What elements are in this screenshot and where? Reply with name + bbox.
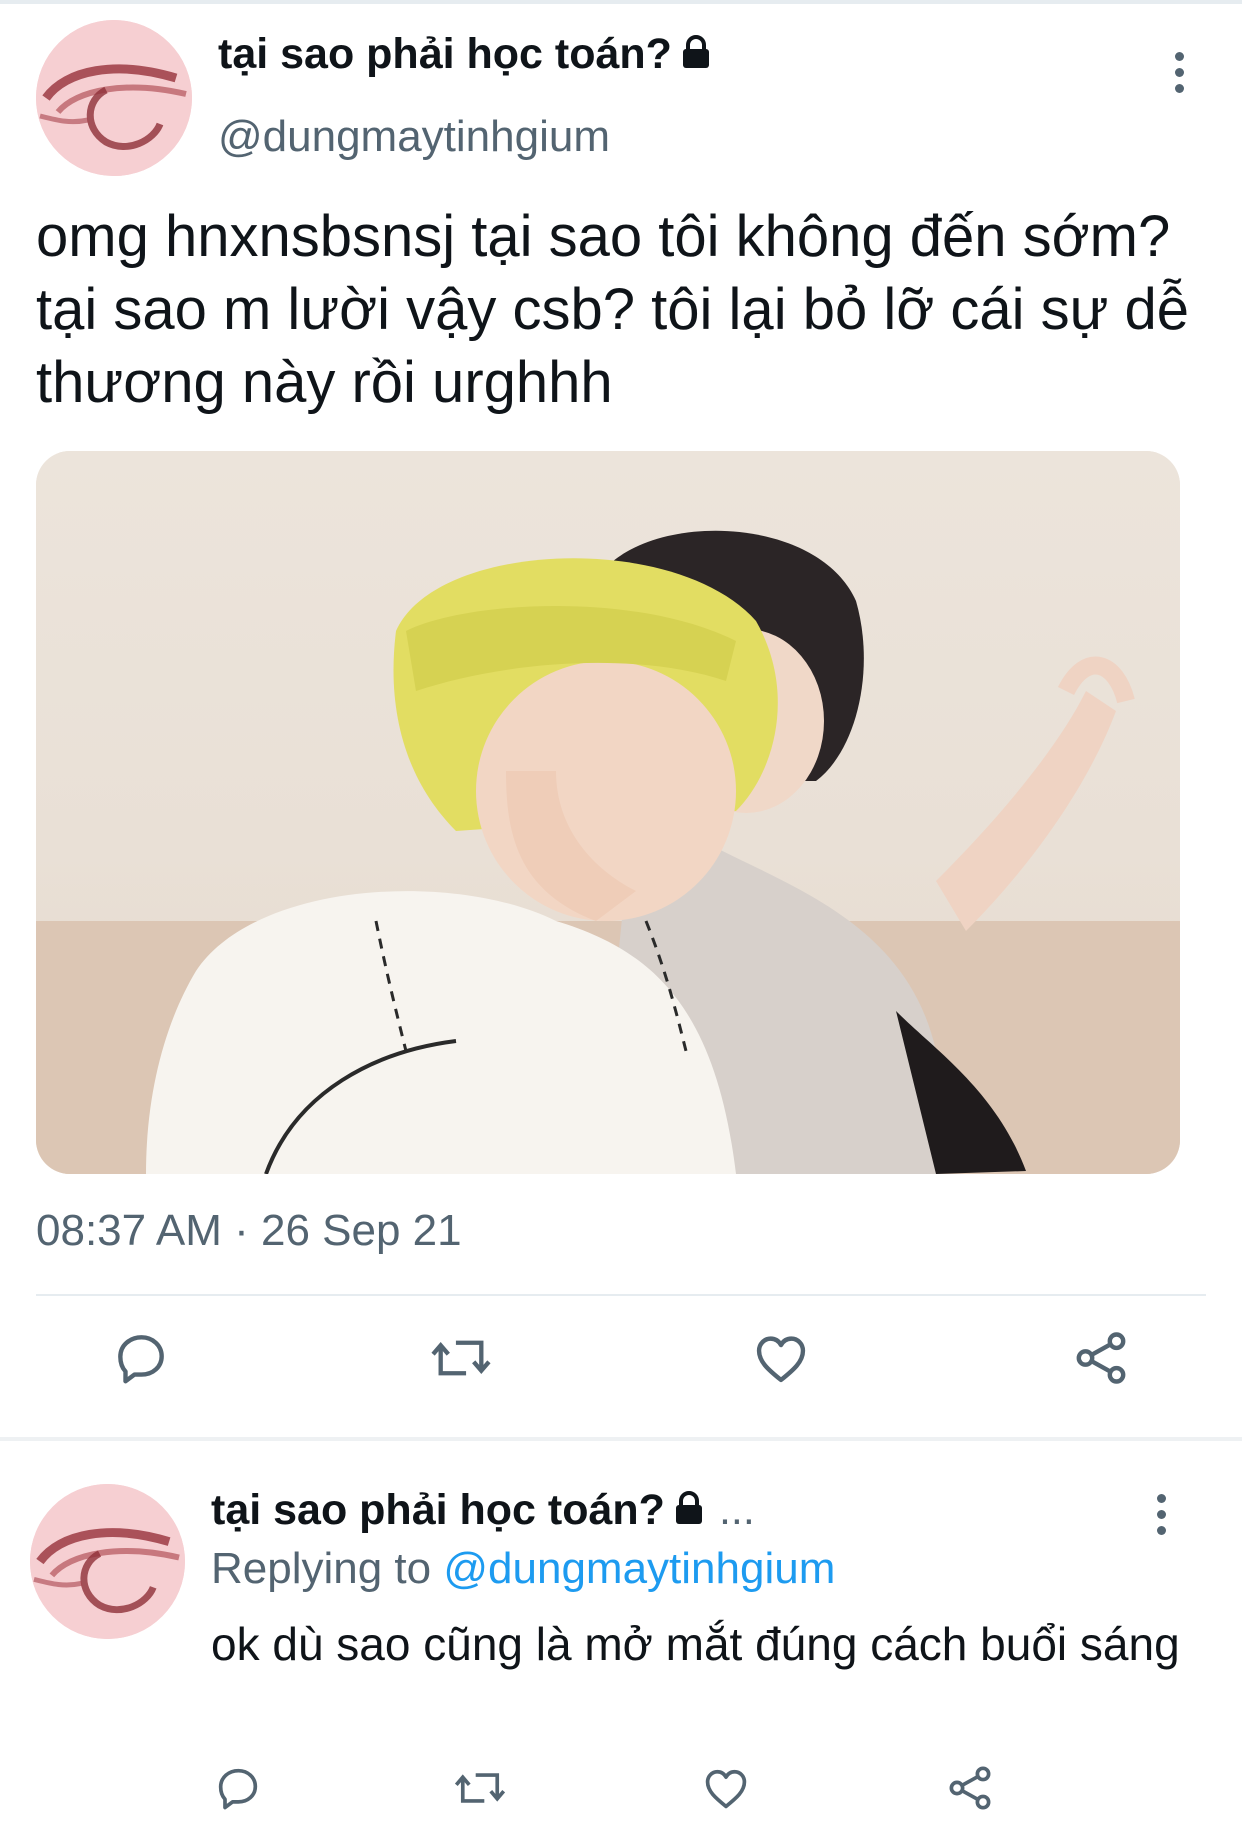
display-name[interactable]: tại sao phải học toán?	[218, 30, 712, 81]
top-divider	[0, 0, 1242, 4]
lock-icon	[673, 1488, 705, 1537]
share-icon[interactable]	[944, 1762, 996, 1814]
avatar-image	[30, 1484, 185, 1639]
more-options-icon[interactable]	[1172, 52, 1186, 100]
thread-separator	[0, 1437, 1242, 1441]
retweet-icon[interactable]	[428, 1327, 494, 1389]
reply-display-name[interactable]: tại sao phải học toán?...	[211, 1486, 755, 1537]
photo-image	[36, 451, 1180, 1174]
like-icon[interactable]	[750, 1327, 812, 1389]
avatar[interactable]	[36, 20, 192, 176]
avatar-image	[36, 20, 192, 176]
name-truncation-ellipsis: ...	[718, 1486, 755, 1534]
tweet-text: omg hnxnsbsnsj tại sao tôi không đến sớm…	[36, 204, 1190, 415]
reply-icon[interactable]	[212, 1762, 264, 1814]
lock-icon	[680, 32, 712, 81]
replying-to-label: Replying to	[211, 1544, 432, 1593]
reply-avatar[interactable]	[30, 1484, 185, 1639]
reply-text: ok dù sao cũng là mở mắt đúng cách buổi …	[211, 1618, 1180, 1670]
reply-icon[interactable]	[110, 1327, 172, 1389]
more-options-icon[interactable]	[1154, 1494, 1168, 1542]
retweet-icon[interactable]	[452, 1762, 508, 1814]
replying-to-mention[interactable]: @dungmaytinhgium	[443, 1544, 835, 1593]
display-name-text: tại sao phải học toán?	[218, 30, 672, 78]
user-handle[interactable]: @dungmaytinhgium	[218, 112, 610, 162]
tweet-timestamp[interactable]: 08:37 AM · 26 Sep 21	[36, 1206, 462, 1256]
divider	[36, 1294, 1206, 1296]
share-icon[interactable]	[1070, 1327, 1132, 1389]
like-icon[interactable]	[700, 1762, 752, 1814]
replying-to: Replying to @dungmaytinhgium	[211, 1544, 835, 1594]
tweet-actions	[0, 1327, 1242, 1407]
tweet-photo[interactable]	[36, 451, 1180, 1174]
display-name-text: tại sao phải học toán?	[211, 1486, 665, 1534]
reply-actions	[0, 1762, 1242, 1842]
